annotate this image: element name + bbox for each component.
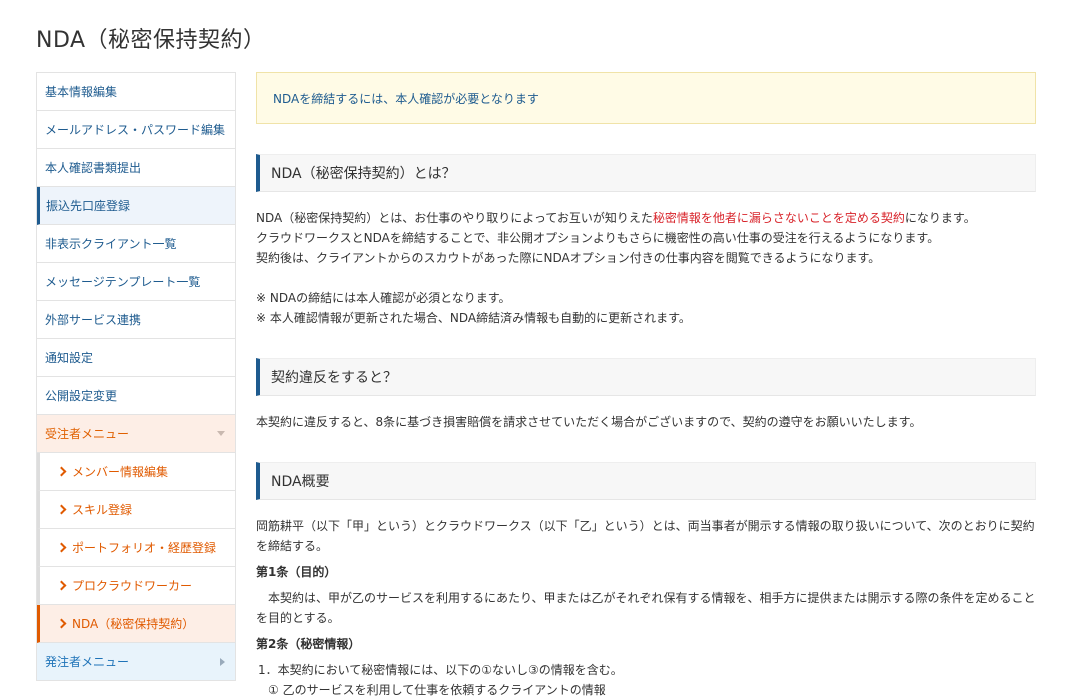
nda-description: NDA（秘密保持契約）とは、お仕事のやり取りによってお互いが知りえた秘密情報を他… (256, 208, 1036, 328)
sidebar-item-hidden-clients[interactable]: 非表示クライアント一覧 (37, 225, 235, 263)
article-2-line2: ① 乙のサービスを利用して仕事を依頼するクライアントの情報 (268, 683, 606, 697)
chevron-right-icon (56, 618, 67, 629)
caret-down-icon (217, 431, 225, 436)
sidebar-subitem-label: ポートフォリオ・経歴登録 (72, 541, 217, 555)
nda-description-line3: 契約後は、クライアントからのスカウトがあった際にNDAオプション付きの仕事内容を… (256, 251, 881, 265)
nda-description-line1: NDA（秘密保持契約）とは、お仕事のやり取りによってお互いが知りえた秘密情報を他… (256, 208, 1036, 228)
chevron-right-icon (56, 504, 67, 515)
text-segment: になります。 (904, 211, 976, 225)
sidebar-item-email-password[interactable]: メールアドレス・パスワード編集 (37, 111, 235, 149)
sidebar-subitem-label: プロクラウドワーカー (72, 579, 193, 593)
page-title: NDA（秘密保持契約） (36, 28, 266, 53)
sidebar-subitem-nda[interactable]: NDA（秘密保持契約） (37, 605, 235, 643)
nda-description-line2: クラウドワークスとNDAを締結することで、非公開オプションよりもさらに機密性の高… (256, 231, 940, 245)
sidebar-subitem-label: メンバー情報編集 (72, 465, 169, 479)
article-1-title: 第1条（目的） (256, 565, 337, 579)
sidebar-subitem-label: NDA（秘密保持契約） (72, 617, 195, 631)
sidebar-item-identity-docs[interactable]: 本人確認書類提出 (37, 149, 235, 187)
chevron-right-icon (56, 542, 67, 553)
client-menu-label: 発注者メニュー (45, 655, 130, 669)
sidebar-subitem-pro-crowdworker[interactable]: プロクラウドワーカー (37, 567, 235, 605)
sidebar-item-notifications[interactable]: 通知設定 (37, 339, 235, 377)
sidebar-group-contractor-menu[interactable]: 受注者メニュー (37, 415, 235, 453)
main-content: NDAを締結するには、本人確認が必要となります NDA（秘密保持契約）とは？ N… (256, 72, 1036, 698)
nda-note-2: ※ 本人確認情報が更新された場合、NDA締結済み情報も自動的に更新されます。 (256, 311, 691, 325)
article-1-text: 本契約は、甲が乙のサービスを利用するにあたり、甲または乙がそれぞれ保有する情報を… (256, 591, 1036, 625)
sidebar-item-message-templates[interactable]: メッセージテンプレート一覧 (37, 263, 235, 301)
sidebar-item-basic-info[interactable]: 基本情報編集 (37, 73, 235, 111)
article-2-title: 第2条（秘密情報） (256, 637, 361, 651)
sidebar-subitem-skills[interactable]: スキル登録 (37, 491, 235, 529)
identity-notice: NDAを締結するには、本人確認が必要となります (256, 72, 1036, 124)
section-heading-what-is-nda: NDA（秘密保持契約）とは？ (256, 154, 1036, 192)
sidebar-item-visibility[interactable]: 公開設定変更 (37, 377, 235, 415)
contractor-menu-label: 受注者メニュー (45, 427, 130, 441)
chevron-right-icon (56, 466, 67, 477)
article-2-line1: 1．本契約において秘密情報には、以下の①ないし③の情報を含む。 (258, 663, 623, 677)
sidebar-item-external-services[interactable]: 外部サービス連携 (37, 301, 235, 339)
section-heading-nda-overview: NDA概要 (256, 462, 1036, 500)
sidebar-group-client-menu[interactable]: 発注者メニュー (37, 643, 235, 681)
text-segment: NDA（秘密保持契約）とは、お仕事のやり取りによってお互いが知りえた (256, 211, 653, 225)
nda-overview: 岡筋耕平（以下「甲」という）とクラウドワークス（以下「乙」という）とは、両当事者… (256, 516, 1036, 698)
section-heading-violation: 契約違反をすると？ (256, 358, 1036, 396)
sidebar-nav: 基本情報編集 メールアドレス・パスワード編集 本人確認書類提出 振込先口座登録 … (36, 72, 236, 681)
sidebar-subitem-label: スキル登録 (72, 503, 133, 517)
sidebar-subitem-portfolio[interactable]: ポートフォリオ・経歴登録 (37, 529, 235, 567)
nda-note-1: ※ NDAの締結には本人確認が必須となります。 (256, 291, 511, 305)
sidebar-item-bank-account[interactable]: 振込先口座登録 (37, 187, 235, 225)
overview-intro: 岡筋耕平（以下「甲」という）とクラウドワークス（以下「乙」という）とは、両当事者… (256, 519, 1035, 553)
chevron-right-icon (56, 580, 67, 591)
sidebar-subitem-member-info[interactable]: メンバー情報編集 (37, 453, 235, 491)
caret-right-icon (220, 657, 225, 666)
violation-text: 本契約に違反すると、8条に基づき損害賠償を請求させていただく場合がございますので… (256, 415, 922, 429)
highlight-text: 秘密情報を他者に漏らさないことを定める契約 (652, 211, 905, 225)
